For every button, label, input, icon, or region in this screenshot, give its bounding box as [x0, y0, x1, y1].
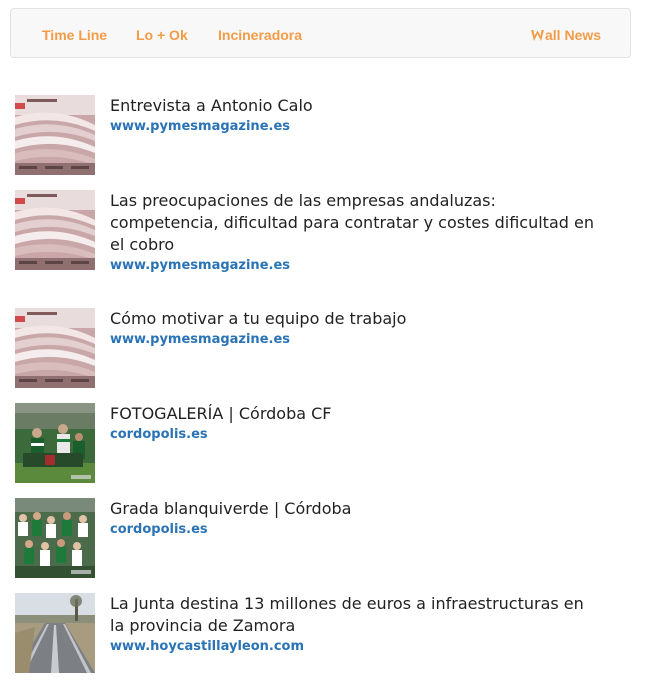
news-title[interactable]: Las preocupaciones de las empresas andal… [110, 190, 600, 256]
news-source-link[interactable]: www.pymesmagazine.es [110, 118, 290, 136]
news-item: Entrevista a Antonio Calo www.pymesmagaz… [15, 95, 615, 175]
news-source-link[interactable]: www.hoycastillayleon.com [110, 638, 304, 656]
news-title[interactable]: Cómo motivar a tu equipo de trabajo [110, 308, 600, 330]
newspaper-stack-image[interactable] [15, 308, 95, 388]
news-source-link[interactable]: www.pymesmagazine.es [110, 257, 290, 275]
rural-road-photo[interactable] [15, 593, 95, 673]
news-item: Grada blanquiverde | Córdoba cordopolis.… [15, 498, 615, 578]
stadium-crowd-photo[interactable] [15, 498, 95, 578]
news-item: Cómo motivar a tu equipo de trabajo www.… [15, 308, 615, 388]
news-title[interactable]: Grada blanquiverde | Córdoba [110, 498, 600, 520]
news-feed: Entrevista a Antonio Calo www.pymesmagaz… [0, 0, 650, 690]
newspaper-stack-image[interactable] [15, 95, 95, 175]
news-title[interactable]: FOTOGALERÍA | Córdoba CF [110, 403, 600, 425]
news-item: Las preocupaciones de las empresas andal… [15, 190, 615, 273]
news-source-link[interactable]: www.pymesmagazine.es [110, 331, 290, 349]
news-source-link[interactable]: cordopolis.es [110, 521, 208, 539]
news-title[interactable]: Entrevista a Antonio Calo [110, 95, 600, 117]
football-players-photo[interactable] [15, 403, 95, 483]
newspaper-stack-image[interactable] [15, 190, 95, 270]
news-title[interactable]: La Junta destina 13 millones de euros a … [110, 593, 600, 637]
news-item: La Junta destina 13 millones de euros a … [15, 593, 615, 673]
news-item: FOTOGALERÍA | Córdoba CF cordopolis.es [15, 403, 615, 483]
news-source-link[interactable]: cordopolis.es [110, 426, 208, 444]
